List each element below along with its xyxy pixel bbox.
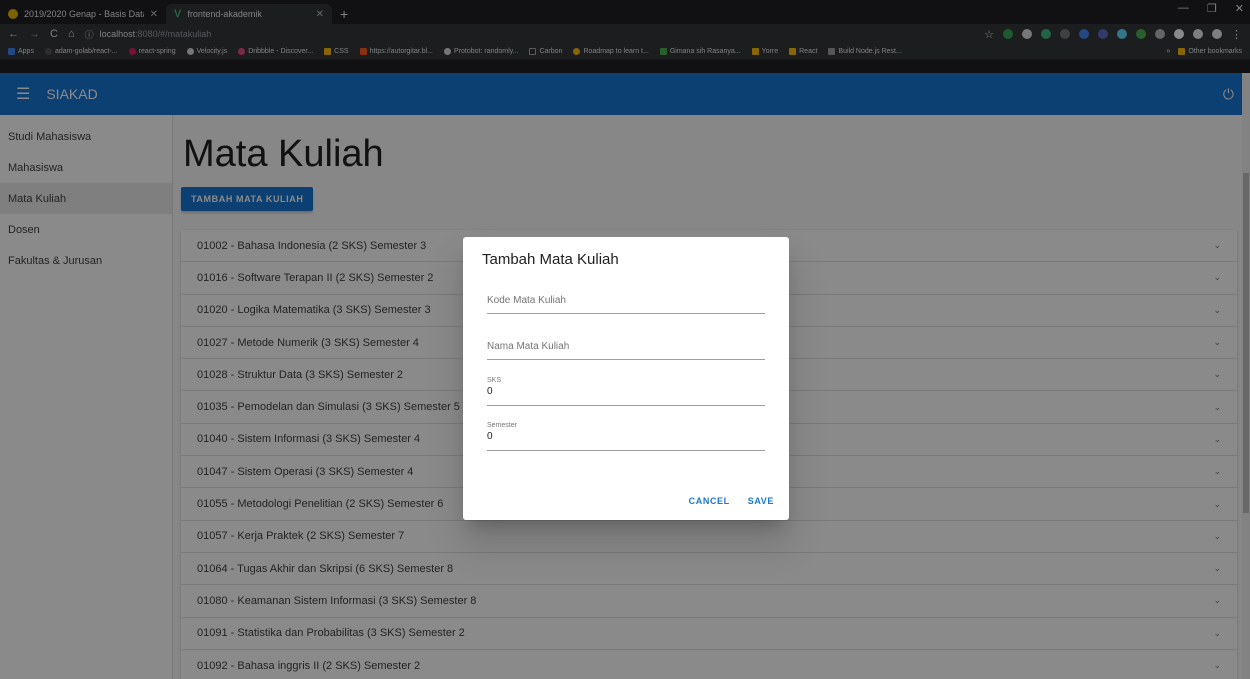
cancel-button[interactable]: CANCEL: [689, 496, 730, 506]
nama-field[interactable]: Nama Mata Kuliah: [487, 341, 765, 360]
nama-placeholder: Nama Mata Kuliah: [487, 341, 570, 352]
kode-placeholder: Kode Mata Kuliah: [487, 295, 566, 306]
save-button[interactable]: SAVE: [748, 496, 774, 506]
sks-value: 0: [487, 386, 493, 397]
sks-field[interactable]: SKS 0: [487, 377, 765, 406]
dialog-title: Tambah Mata Kuliah: [482, 251, 619, 268]
sks-label: SKS: [487, 377, 502, 384]
add-course-dialog: Tambah Mata Kuliah Kode Mata Kuliah Nama…: [463, 237, 789, 520]
kode-field[interactable]: Kode Mata Kuliah: [487, 295, 765, 314]
semester-value: 0: [487, 431, 493, 442]
dialog-actions: CANCEL SAVE: [689, 496, 774, 506]
semester-label: Semester: [487, 422, 517, 429]
semester-field[interactable]: Semester 0: [487, 422, 765, 451]
